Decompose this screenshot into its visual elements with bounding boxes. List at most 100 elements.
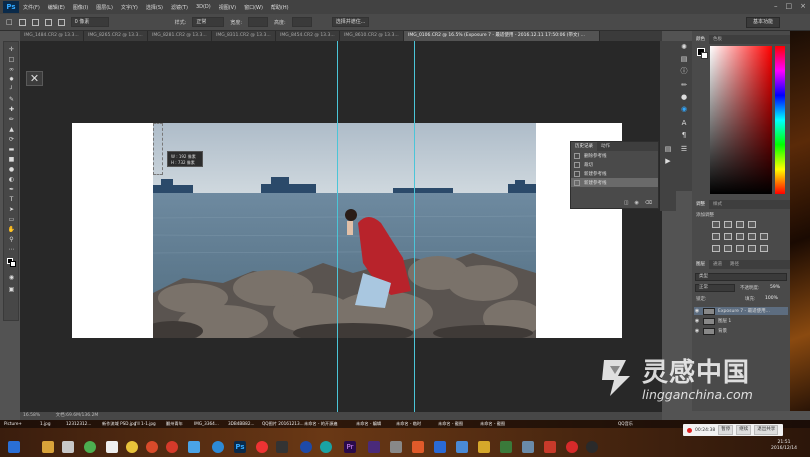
app-icon-media[interactable] (544, 441, 556, 453)
app-icon-stop[interactable] (586, 441, 598, 453)
app-icon-folder[interactable] (412, 441, 424, 453)
bw-icon[interactable] (748, 233, 756, 240)
invert-icon[interactable] (712, 245, 720, 252)
app-icon-viewer[interactable] (522, 441, 534, 453)
app-icon-music[interactable] (256, 441, 268, 453)
pen-tool-icon[interactable]: ✒ (7, 186, 16, 193)
tab-styles[interactable]: 样式 (709, 200, 726, 209)
app-icon-qq[interactable] (188, 441, 200, 453)
app-icon-photoshop[interactable]: Ps (234, 441, 246, 453)
desktop-label[interactable]: I'll 1-1.jpg (135, 420, 156, 428)
zoom-level[interactable]: 16.58% (23, 413, 40, 418)
history-brush-icon[interactable]: ⟳ (7, 136, 16, 143)
layer-row[interactable]: ◉ 背景 (694, 327, 788, 335)
doc-tab[interactable]: IMG_8311.CR2 @ 13.3... (212, 31, 276, 41)
hand-tool-icon[interactable]: ✋ (7, 226, 16, 233)
properties-icon[interactable]: ☰ (679, 145, 689, 154)
brush-settings-icon[interactable]: ✏ (679, 81, 689, 90)
app-icon-360[interactable] (84, 441, 96, 453)
start-icon[interactable] (8, 441, 20, 453)
desktop-label[interactable]: 未命名 - 截图 (480, 420, 505, 428)
move-tool-icon[interactable]: ✛ (7, 46, 16, 53)
desktop-label[interactable]: 3DB4BB82... (228, 420, 255, 428)
history-item[interactable]: 新建参考线 (571, 169, 658, 178)
tab-channels[interactable]: 通道 (709, 260, 726, 269)
app-icon-browser[interactable] (212, 441, 224, 453)
layer-filter-select[interactable]: 类型 (695, 273, 787, 281)
desktop-label[interactable]: 新作流域 PSD.jpg (102, 420, 136, 428)
color-picker-field[interactable] (710, 46, 772, 194)
doc-tab[interactable]: IMG_8454.CR2 @ 13.3... (276, 31, 340, 41)
fg-bg-color-icon[interactable] (697, 48, 708, 59)
menu-3d[interactable]: 3D(D) (196, 4, 211, 10)
posterize-icon[interactable] (724, 245, 732, 252)
eyedropper-tool-icon[interactable]: ✎ (7, 96, 16, 103)
app-icon-winrar[interactable] (478, 441, 490, 453)
app-icon-tool[interactable] (390, 441, 402, 453)
new-doc-from-state-icon[interactable]: ◫ (624, 200, 629, 206)
tab-swatches[interactable]: 色板 (709, 35, 726, 44)
doc-tab[interactable]: IMG_8610.CR2 @ 13.3... (340, 31, 404, 41)
eye-icon[interactable]: ◉ (694, 318, 700, 324)
info-icon[interactable]: ⓘ (679, 67, 689, 76)
photo-filter-icon[interactable] (760, 233, 768, 240)
history-item-selected[interactable]: 新建参考线 (571, 178, 658, 187)
menu-select[interactable]: 选择(S) (146, 4, 163, 11)
blend-mode-select[interactable]: 正常 (695, 284, 735, 292)
ra-icon[interactable]: ◉ (679, 105, 689, 114)
width-field[interactable] (248, 17, 268, 27)
type-tool-icon[interactable]: T (7, 196, 16, 203)
app-icon-vs[interactable] (456, 441, 468, 453)
app-icon-chrome[interactable] (126, 441, 138, 453)
vertical-guide[interactable] (414, 41, 415, 413)
paragraph-icon[interactable]: ¶ (679, 131, 689, 140)
desktop-label[interactable]: 翻州青年 (166, 420, 183, 428)
eye-icon[interactable]: ◉ (694, 308, 700, 314)
history-item[interactable]: 删除参考线 (571, 151, 658, 160)
snapshot-icon[interactable]: ◉ (635, 200, 639, 206)
quick-select-tool-icon[interactable]: ✸ (7, 76, 16, 83)
hue-saturation-icon[interactable] (724, 233, 732, 240)
app-icon-k[interactable] (300, 441, 312, 453)
history-item[interactable]: 裁切 (571, 160, 658, 169)
app-icon-excel[interactable] (500, 441, 512, 453)
close-icon[interactable]: × (800, 2, 806, 10)
new-selection-icon[interactable] (18, 18, 26, 26)
desktop-label[interactable]: Picture+ (4, 420, 22, 428)
pause-button[interactable]: 暂停 (718, 425, 734, 435)
menu-window[interactable]: 窗口(W) (244, 4, 263, 11)
system-clock[interactable]: 21:51 2016/12/14 (760, 440, 808, 456)
desktop-label[interactable]: IMG_3364... (194, 420, 219, 428)
gradient-tool-icon[interactable]: ■ (7, 156, 16, 163)
app-icon-record[interactable] (566, 441, 578, 453)
trash-icon[interactable]: ⌫ (645, 200, 652, 206)
layer-row[interactable]: ◉ Exposure 7 - 最适使用... (694, 307, 788, 315)
doc-tab[interactable]: IMG_8265.CR2 @ 13.3... (84, 31, 148, 41)
menu-edit[interactable]: 编辑(E) (48, 4, 65, 11)
shape-tool-icon[interactable]: ▭ (7, 216, 16, 223)
menu-file[interactable]: 文件(F) (23, 4, 40, 11)
eye-icon[interactable]: ◉ (694, 328, 700, 334)
menu-view[interactable]: 视图(V) (219, 4, 236, 11)
fill-field[interactable]: 100% (765, 296, 778, 301)
doc-tab[interactable]: IMG_8281.CR2 @ 13.3... (148, 31, 212, 41)
selective-color-icon[interactable] (760, 245, 768, 252)
hue-slider[interactable] (775, 46, 785, 194)
actions-play-icon[interactable]: ▶ (663, 157, 673, 166)
navigator-icon[interactable]: ✺ (679, 43, 689, 52)
tab-layers[interactable]: 图层 (692, 260, 709, 269)
desktop-label[interactable]: 未命名 - 临时 (396, 420, 421, 428)
subtract-selection-icon[interactable] (44, 18, 52, 26)
app-icon-word[interactable] (434, 441, 446, 453)
histogram-icon[interactable]: ▤ (679, 55, 689, 64)
color-balance-icon[interactable] (736, 233, 744, 240)
menu-type[interactable]: 文字(Y) (121, 4, 138, 11)
desktop-label[interactable]: 1.jpg (40, 420, 50, 428)
gradient-map-icon[interactable] (748, 245, 756, 252)
brush-tool-icon[interactable]: ✏ (7, 116, 16, 123)
curves-icon[interactable] (736, 221, 744, 228)
tab-history[interactable]: 历史记录 (571, 142, 597, 151)
vibrance-icon[interactable] (712, 233, 720, 240)
stamp-tool-icon[interactable]: ▲ (7, 126, 16, 133)
style-select[interactable]: 正常 (192, 17, 225, 27)
